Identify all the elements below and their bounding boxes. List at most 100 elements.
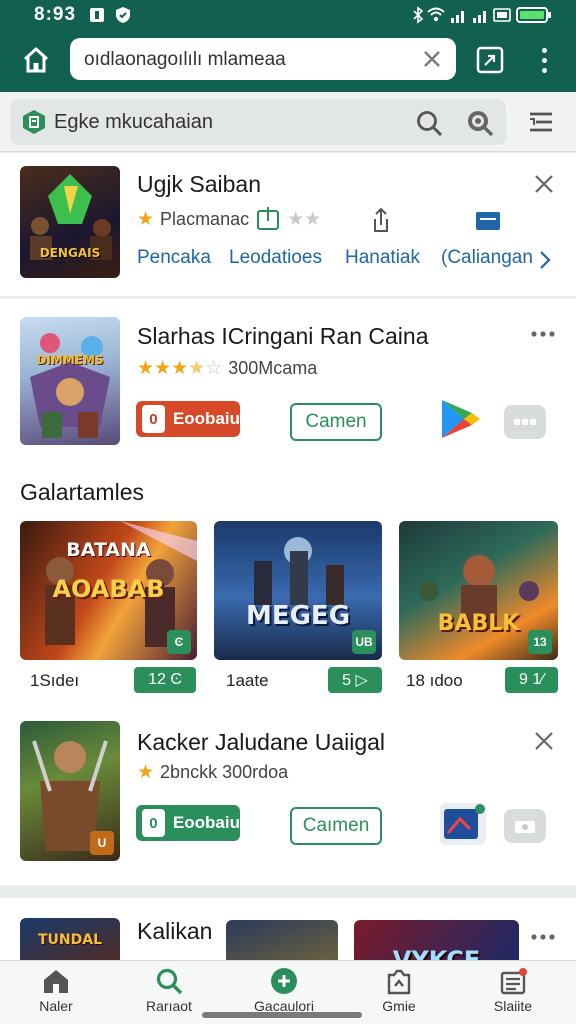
home-button[interactable] [14,40,58,80]
gallery-item-1-tag: Ͼ [167,630,191,654]
gallery-item-2-tag: UB [352,630,376,654]
gallery-item-2-name[interactable]: 1aate [226,671,269,691]
tabs-button[interactable] [474,44,506,76]
download-box-icon [257,207,280,230]
gallery-item-1-name[interactable]: 1Sıdeı [30,671,79,691]
app-4-thumb-text: TUNDAL [37,932,102,948]
game-art-emblem [30,174,112,260]
status-time: 8:93 [34,4,77,25]
signal-icon-2 [473,11,486,23]
app-3-rating-text: 2bnckk 300rdoa [160,762,289,782]
nav-label-list: Slaiite [493,998,533,1014]
app-card-4[interactable]: TUNDAL Kalikan VYKCE [0,898,576,960]
search-area: Egke mkucahaian [0,92,576,152]
app-4-thumb-text-2: VYKCE [392,946,481,960]
search-query: Egke mkucahaian [54,111,213,133]
app-3-thumbnail[interactable]: U [20,721,120,861]
app-2-open-button[interactable]: Camen [290,403,382,441]
signal-icon [451,11,464,23]
share-icon[interactable] [370,207,392,235]
results-card: DIMMEMS Slarhas ICringani Ran Caina ★★★★… [0,299,576,885]
app-card-1[interactable]: DENGAIS Ugjk Saiban ★ Placmanac ★★ Penca… [0,153,576,296]
app-3-install-label: Eoobaiu [172,813,240,832]
play-store-logo-icon [23,110,45,134]
play-store-icon[interactable] [438,397,484,441]
search-input[interactable]: Egke mkucahaian [10,99,506,145]
app-1-title[interactable]: Ugjk Saiban [137,171,261,198]
gallery-item-2-thumb-main: MEGEG [245,601,351,631]
wifi-icon [427,7,445,22]
shield-icon [116,7,130,23]
url-bar[interactable]: oıdlaonagoılılı mlameaa [70,38,456,80]
lens-icon[interactable] [465,108,495,138]
gallery-item-3-thumbnail[interactable]: BABLK 13 [399,521,558,660]
nav-label-search: Rarıaot [146,998,192,1014]
app-4-title[interactable]: Kalikan [137,918,212,945]
more-options-icon[interactable] [530,329,556,339]
app-3-more-button[interactable] [504,809,546,843]
clear-url-icon[interactable] [420,47,444,71]
app-1-rating-text: Placmanac [160,208,250,229]
search-icon[interactable] [414,108,444,138]
gallery-title: Galartamles [20,479,144,505]
gallery-item-3-tag: 13 [528,630,552,654]
battery-icon [516,7,551,23]
gallery-item-1-badge[interactable]: 12 Ͼ [134,667,196,693]
nav-item-home[interactable]: Naler [6,967,106,1021]
app-1-link-1[interactable]: Pencaka [137,247,211,269]
notification-icon [90,8,104,22]
list-icon [500,968,527,995]
app-3-install-button[interactable]: 0 Eoobaiu [136,805,240,841]
game-art-heroes [30,333,110,438]
bluetooth-icon [413,6,424,24]
app-2-thumb-text: DIMMEMS [36,353,104,367]
gallery-item-1-thumb-main: AOABAB [52,575,165,603]
app-4-thumbnail[interactable]: TUNDAL [20,918,120,960]
app-3-screenshot-icon[interactable] [440,803,486,845]
overflow-menu-button[interactable] [532,44,556,76]
dismiss-icon-2[interactable] [530,727,558,755]
gallery-item-1-thumb-top: BATANA [66,539,151,561]
gallery-item-3-badge[interactable]: 9 1⁄ [505,667,558,693]
cast-icon[interactable] [474,209,502,233]
dismiss-icon[interactable] [530,170,558,198]
app-3-open-button[interactable]: Caımen [290,807,382,845]
gallery-item-1-thumbnail[interactable]: BATANA AOABAB Ͼ [20,521,197,660]
gallery-item-2-thumbnail[interactable]: MEGEG UB [214,521,382,660]
app-1-thumb-text: DENGAIS [39,246,101,260]
app-4-screenshot-2[interactable]: VYKCE [354,920,519,960]
app-1-rating: ★ Placmanac ★★ [137,205,321,233]
app-2-install-badge: 0 [142,405,165,433]
app-2-rating-text: 300Mcama [228,358,318,378]
more-options-icon-2[interactable] [530,932,556,942]
app-1-thumbnail[interactable]: DENGAIS [20,166,120,278]
add-circle-icon [271,968,297,994]
star-icon: ★ [137,208,155,230]
filter-icon[interactable] [526,108,556,136]
gallery-item-2-badge[interactable]: 5 ▷ [328,667,382,693]
camera-icon [515,821,535,833]
share-icon [387,969,411,995]
home-icon [23,47,49,73]
browser-header: 8:93 oıdlaonagoılılı mlameaa [0,0,576,92]
app-1-link-4[interactable]: (Caliangan [441,247,533,269]
app-3-title[interactable]: Kacker Jaludane Uaiigal [137,729,385,756]
star-off-icon: ★★ [287,208,322,230]
app-1-link-2[interactable]: Leodatioes [229,247,322,269]
app-1-link-3[interactable]: Hanatiak [345,247,420,269]
nav-item-share[interactable]: Gmie [349,967,449,1021]
app-2-more-button[interactable] [504,405,546,439]
app-2-title[interactable]: Slarhas ICringani Ran Caina [137,323,429,350]
gallery-item-3-name[interactable]: 18 ıdoo [406,671,463,691]
data-icon [493,8,511,22]
app-2-install-button[interactable]: 0 Eoobaiu [136,401,240,437]
game-card-icon [444,804,485,839]
gesture-bar[interactable] [202,1012,362,1018]
search-icon [156,968,183,995]
app-4-screenshot-1[interactable] [226,920,338,960]
app-2-thumbnail[interactable]: DIMMEMS [20,317,120,445]
nav-label-share: Gmie [382,998,416,1014]
chevron-right-icon[interactable] [538,249,552,271]
nav-item-list[interactable]: Slaiite [463,967,563,1021]
url-text: oıdlaonagoılılı mlameaa [84,49,286,70]
